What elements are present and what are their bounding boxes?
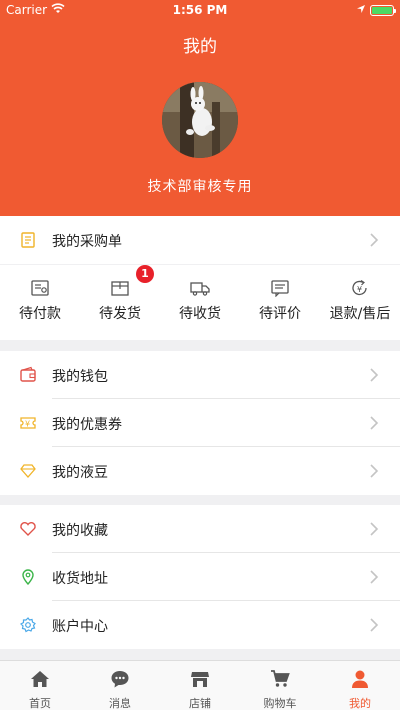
address-row[interactable]: 收货地址	[0, 553, 400, 601]
coupon-label: 我的优惠券	[52, 417, 122, 433]
tab-label: 消息	[109, 697, 131, 710]
clock: 1:56 PM	[172, 3, 228, 17]
coupon-row[interactable]: ¥ 我的优惠券	[0, 399, 400, 447]
order-refund[interactable]: ¥ 退款/售后	[320, 265, 400, 340]
account-center-row[interactable]: 账户中心	[0, 601, 400, 649]
wallet-icon	[18, 365, 38, 385]
chevron-right-icon	[366, 232, 382, 248]
location-arrow-icon	[356, 3, 366, 17]
tab-mine[interactable]: 我的	[320, 661, 400, 710]
tab-label: 店铺	[189, 697, 211, 710]
tab-home[interactable]: 首页	[0, 661, 80, 710]
chevron-right-icon	[366, 521, 382, 537]
tab-label: 我的	[349, 697, 371, 710]
truck-icon	[190, 279, 210, 297]
chevron-right-icon	[366, 367, 382, 383]
coupon-icon: ¥	[18, 413, 38, 433]
refund-icon: ¥	[350, 279, 370, 297]
order-pending-payment[interactable]: 待付款	[0, 265, 80, 340]
battery-icon	[370, 4, 396, 16]
profile-header: Carrier 1:56 PM 我的 技术部审核专用	[0, 0, 400, 216]
chevron-right-icon	[366, 617, 382, 633]
order-label: 待评价	[259, 306, 301, 322]
beans-row[interactable]: 我的液豆	[0, 447, 400, 495]
order-pending-shipment[interactable]: 1 待发货	[80, 265, 160, 340]
chevron-right-icon	[366, 415, 382, 431]
comment-icon	[270, 279, 290, 298]
status-bar: Carrier 1:56 PM	[0, 0, 400, 20]
account-center-label: 账户中心	[52, 619, 108, 635]
wallet-label: 我的钱包	[52, 369, 108, 385]
diamond-icon	[18, 461, 38, 481]
wallet-row[interactable]: 我的钱包	[0, 351, 400, 399]
home-icon	[30, 669, 50, 689]
order-count-badge: 1	[136, 265, 154, 283]
svg-text:¥: ¥	[25, 420, 30, 429]
cart-icon	[270, 669, 290, 689]
tab-bar: 首页 消息 店铺 购物车 我的	[0, 660, 400, 710]
box-icon	[110, 279, 130, 297]
tab-store[interactable]: 店铺	[160, 661, 240, 710]
username: 技术部审核专用	[147, 179, 253, 195]
heart-icon	[18, 519, 38, 539]
order-pending-review[interactable]: 待评价	[240, 265, 320, 340]
clipboard-icon	[18, 230, 38, 250]
favorites-label: 我的收藏	[52, 523, 108, 539]
wallet-group: 我的钱包 ¥ 我的优惠券 我的液豆	[0, 351, 400, 495]
favorites-row[interactable]: 我的收藏	[0, 505, 400, 553]
address-label: 收货地址	[52, 571, 108, 587]
store-icon	[190, 669, 210, 689]
person-icon	[350, 669, 370, 689]
svg-text:¥: ¥	[357, 285, 362, 294]
chevron-right-icon	[366, 569, 382, 585]
purchase-order-row[interactable]: 我的采购单	[0, 216, 400, 264]
gear-icon	[18, 615, 38, 635]
chevron-right-icon	[366, 463, 382, 479]
purchase-card: 我的采购单	[0, 216, 400, 264]
location-icon	[18, 567, 38, 587]
order-label: 退款/售后	[329, 306, 391, 322]
purchase-order-label: 我的采购单	[52, 234, 122, 250]
order-status-bar: 待付款 1 待发货 待收货 待评价 ¥ 退款/售后	[0, 265, 400, 340]
order-label: 待收货	[179, 306, 221, 322]
order-label: 待发货	[99, 306, 141, 322]
pay-icon	[30, 279, 50, 297]
tab-messages[interactable]: 消息	[80, 661, 160, 710]
tab-label: 首页	[29, 697, 51, 710]
page-title: 我的	[183, 37, 217, 57]
tab-label: 购物车	[263, 697, 297, 710]
order-pending-receipt[interactable]: 待收货	[160, 265, 240, 340]
tab-cart[interactable]: 购物车	[240, 661, 320, 710]
account-group: 我的收藏 收货地址 账户中心	[0, 505, 400, 649]
avatar[interactable]	[162, 82, 238, 158]
message-icon	[110, 669, 130, 689]
order-label: 待付款	[19, 306, 61, 322]
beans-label: 我的液豆	[52, 465, 108, 481]
